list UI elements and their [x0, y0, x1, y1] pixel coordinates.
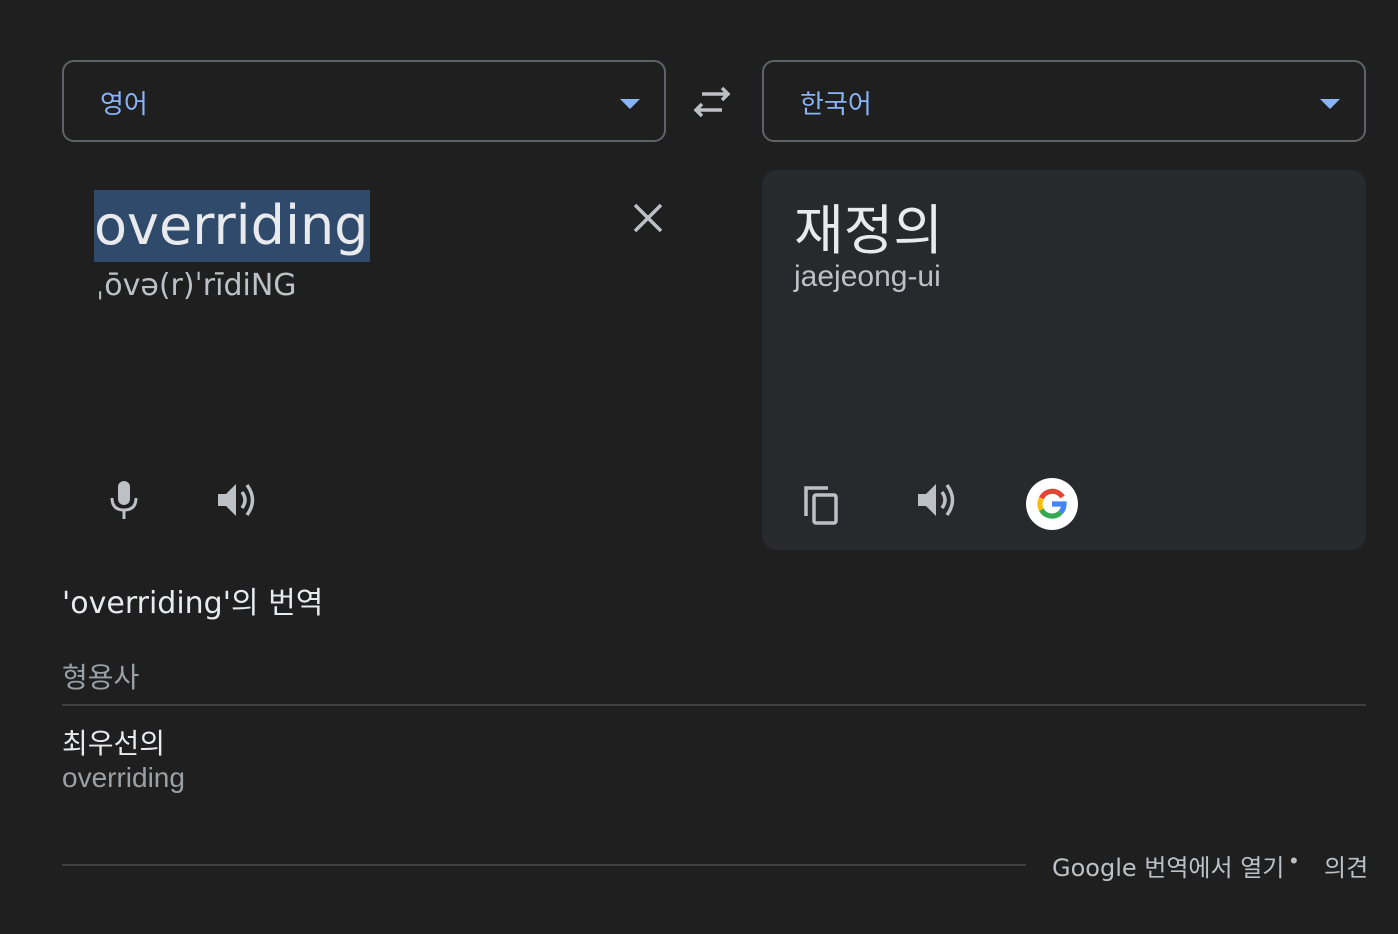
listen-source-button[interactable] [210, 474, 262, 526]
clear-source-button[interactable] [626, 196, 670, 240]
google-search-button[interactable] [1026, 478, 1078, 530]
footer-separator: • [1290, 848, 1298, 873]
voice-input-button[interactable] [98, 474, 150, 526]
swap-arrows-icon [693, 86, 731, 118]
chevron-down-icon [620, 99, 640, 109]
source-phonetic: ˌōvə(r)ˈrīdiNG [96, 268, 297, 303]
open-in-google-translate-link[interactable]: Google 번역에서 열기 [1052, 848, 1284, 883]
speaker-icon [218, 483, 255, 517]
feedback-link[interactable]: 의견 [1324, 848, 1368, 883]
target-language-select[interactable]: 한국어 [762, 60, 1366, 142]
microphone-icon [110, 481, 138, 519]
source-language-label: 영어 [100, 90, 148, 120]
speaker-icon [918, 483, 955, 517]
translation-entry-back-translation: overriding [62, 762, 185, 793]
translation-entry-word[interactable]: 최우선의 [62, 722, 165, 762]
translations-heading: 'overriding'의 번역 [62, 586, 324, 621]
source-text-input[interactable]: overriding [94, 190, 371, 262]
chevron-down-icon [1320, 99, 1340, 109]
google-logo-icon [1037, 488, 1067, 519]
translated-text: 재정의 [794, 199, 944, 262]
translated-romanization: jaejeong-ui [794, 260, 941, 293]
swap-languages-button[interactable] [688, 80, 736, 124]
source-language-select[interactable]: 영어 [62, 60, 666, 142]
footer-divider [62, 864, 1026, 866]
part-of-speech-label: 형용사 [62, 661, 140, 694]
close-icon [633, 203, 663, 233]
copy-icon [804, 486, 838, 525]
copy-translation-button[interactable] [796, 478, 848, 530]
section-divider [62, 704, 1366, 706]
target-language-label: 한국어 [800, 90, 872, 120]
translation-result-card: 재정의 jaejeong-ui [762, 170, 1366, 550]
listen-translation-button[interactable] [910, 474, 962, 526]
